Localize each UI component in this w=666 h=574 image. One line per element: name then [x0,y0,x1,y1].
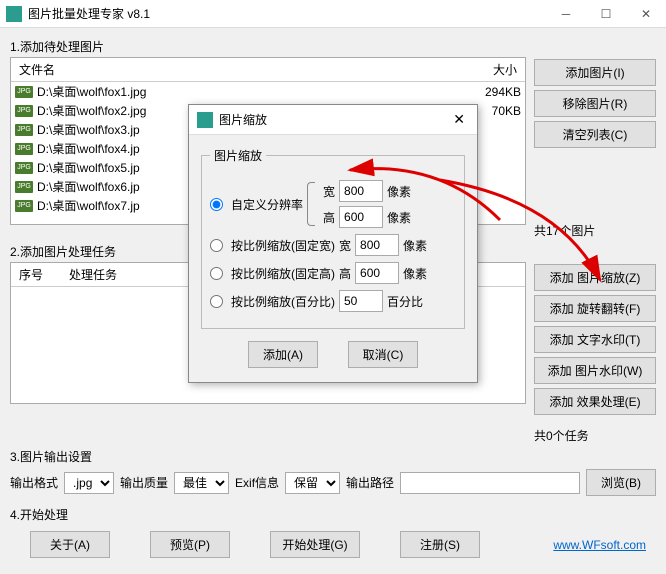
app-icon [6,6,22,22]
browse-button[interactable]: 浏览(B) [586,469,656,496]
jpg-icon: JPG [15,181,33,193]
opt-custom-radio[interactable] [210,198,223,211]
opt-custom-label: 自定义分辨率 [231,196,303,213]
maximize-button[interactable]: ☐ [586,0,626,28]
quality-label: 输出质量 [120,474,168,491]
path-label: 输出路径 [346,474,394,491]
opt-pct-label: 按比例缩放(百分比) [231,293,335,310]
file-count: 共17个图片 [534,222,656,239]
quality-select[interactable]: 最佳 [174,472,229,494]
jpg-icon: JPG [15,200,33,212]
section4-label: 4.开始处理 [10,506,656,523]
close-button[interactable]: ✕ [626,0,666,28]
height-input[interactable] [339,206,383,228]
path-input[interactable] [400,472,580,494]
col-no: 序号 [19,266,69,283]
about-button[interactable]: 关于(A) [30,531,110,558]
jpg-icon: JPG [15,124,33,136]
format-label: 输出格式 [10,474,58,491]
jpg-icon: JPG [15,86,33,98]
remove-image-button[interactable]: 移除图片(R) [534,90,656,117]
add-image-button[interactable]: 添加图片(I) [534,59,656,86]
exif-select[interactable]: 保留 [285,472,340,494]
fixh-input[interactable] [355,262,399,284]
opt-fixw-label: 按比例缩放(固定宽) [231,237,335,254]
window-title: 图片批量处理专家 v8.1 [28,5,546,22]
start-button[interactable]: 开始处理(G) [270,531,360,558]
jpg-icon: JPG [15,162,33,174]
add-imgwm-button[interactable]: 添加 图片水印(W) [534,357,656,384]
clear-list-button[interactable]: 清空列表(C) [534,121,656,148]
section1-label: 1.添加待处理图片 [10,38,656,55]
width-input[interactable] [339,180,383,202]
titlebar: 图片批量处理专家 v8.1 ─ ☐ ✕ [0,0,666,28]
add-zoom-button[interactable]: 添加 图片缩放(Z) [534,264,656,291]
add-rotate-button[interactable]: 添加 旋转翻转(F) [534,295,656,322]
website-link[interactable]: www.WFsoft.com [553,538,646,552]
jpg-icon: JPG [15,143,33,155]
preview-button[interactable]: 预览(P) [150,531,230,558]
dialog-close-button[interactable]: ✕ [449,111,469,128]
jpg-icon: JPG [15,105,33,117]
opt-fixh-radio[interactable] [210,267,223,280]
opt-fixw-radio[interactable] [210,239,223,252]
add-textwm-button[interactable]: 添加 文字水印(T) [534,326,656,353]
opt-fixh-label: 按比例缩放(固定高) [231,265,335,282]
dialog-legend: 图片缩放 [210,147,266,164]
pct-input[interactable] [339,290,383,312]
col-size: 大小 [457,61,517,78]
dialog-icon [197,112,213,128]
zoom-dialog: 图片缩放 ✕ 图片缩放 自定义分辨率 宽 像素 高 像素 [188,104,478,383]
col-task: 处理任务 [69,266,117,283]
exif-label: Exif信息 [235,474,279,491]
dialog-add-button[interactable]: 添加(A) [248,341,318,368]
opt-pct-radio[interactable] [210,295,223,308]
format-select[interactable]: .jpg [64,472,114,494]
add-effect-button[interactable]: 添加 效果处理(E) [534,388,656,415]
section3-label: 3.图片输出设置 [10,448,656,465]
fixw-input[interactable] [355,234,399,256]
dialog-cancel-button[interactable]: 取消(C) [348,341,418,368]
minimize-button[interactable]: ─ [546,0,586,28]
task-count: 共0个任务 [534,427,656,444]
dialog-title: 图片缩放 [219,111,449,128]
file-row[interactable]: JPGD:\桌面\wolf\fox1.jpg294KB [11,82,525,101]
col-filename: 文件名 [19,61,457,78]
register-button[interactable]: 注册(S) [400,531,480,558]
